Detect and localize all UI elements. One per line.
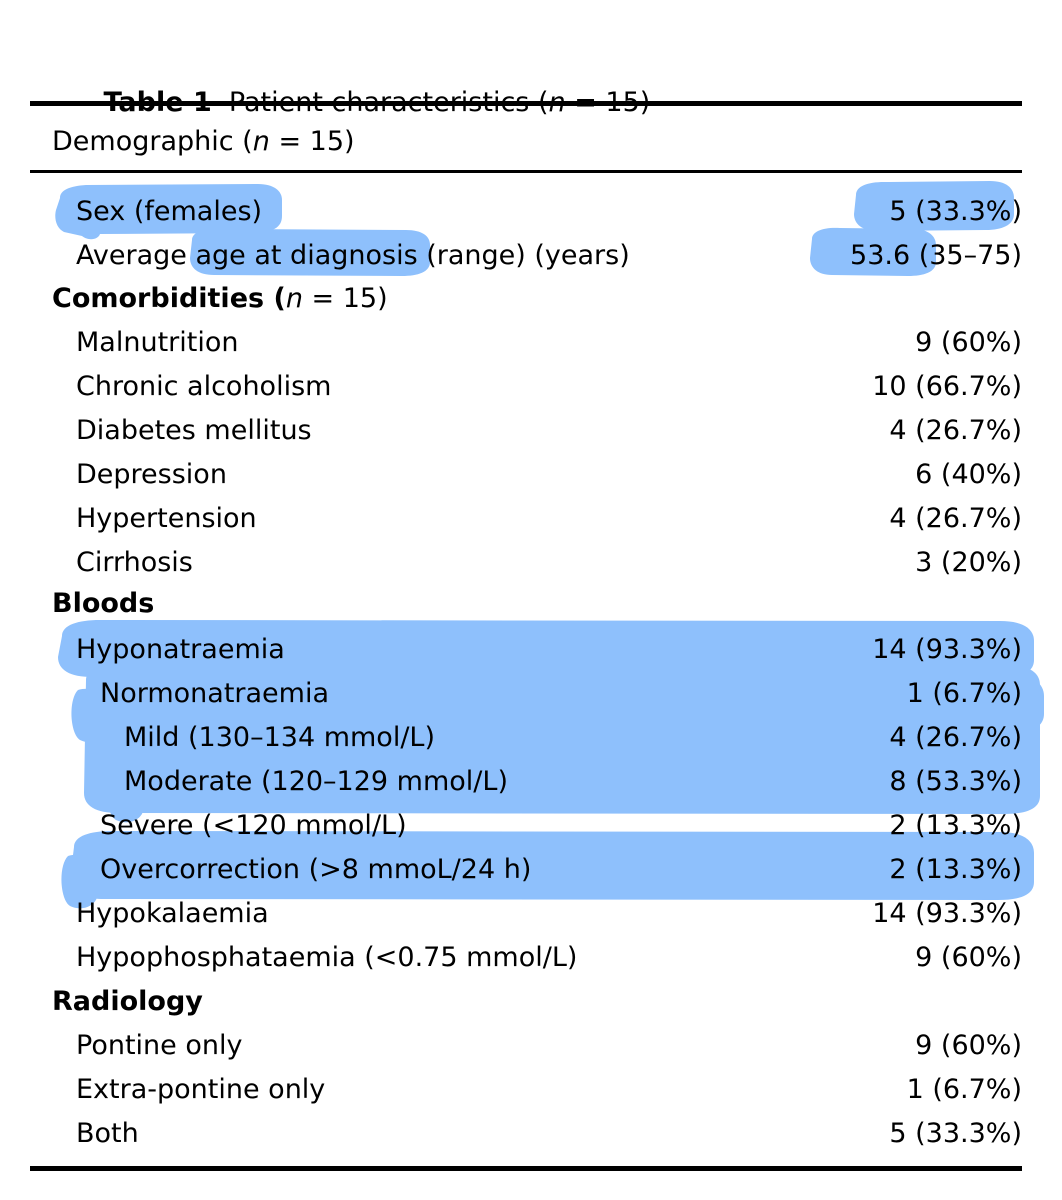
row-value: 9 (60%) <box>915 1030 1022 1061</box>
row-value: 4 (26.7%) <box>889 722 1022 753</box>
row-value: 4 (26.7%) <box>889 503 1022 534</box>
row-label: Extra-pontine only <box>76 1074 326 1105</box>
table-row: Sex (females) 5 (33.3%) <box>52 196 1022 228</box>
table-row: Diabetes mellitus 4 (26.7%) <box>52 415 1022 447</box>
section-header-label: Bloods <box>52 588 155 619</box>
row-value: 6 (40%) <box>915 459 1022 490</box>
section-header-bloods: Bloods <box>52 588 154 620</box>
section-header-suffix: = 15) <box>302 283 388 314</box>
table-row: Normonatraemia 1 (6.7%) <box>52 678 1022 710</box>
table-row: Hypokalaemia 14 (93.3%) <box>52 898 1022 930</box>
table-row: Mild (130–134 mmol/L) 4 (26.7%) <box>52 722 1022 754</box>
row-label: Diabetes mellitus <box>76 415 312 446</box>
row-label: Mild (130–134 mmol/L) <box>124 722 436 753</box>
row-value: 10 (66.7%) <box>872 371 1022 402</box>
table-top-rule <box>30 101 1022 106</box>
row-value: 1 (6.7%) <box>906 1074 1022 1105</box>
section-header-n-italic: n <box>252 126 270 157</box>
table-row: Hypophosphataemia (<0.75 mmol/L) 9 (60%) <box>52 942 1022 974</box>
table-row: Moderate (120–129 mmol/L) 8 (53.3%) <box>52 766 1022 798</box>
table-row: Severe (<120 mmol/L) 2 (13.3%) <box>52 810 1022 842</box>
row-value: 8 (53.3%) <box>889 766 1022 797</box>
row-label: Hyponatraemia <box>76 634 285 665</box>
row-value: 2 (13.3%) <box>889 854 1022 885</box>
table-row: Chronic alcoholism 10 (66.7%) <box>52 371 1022 403</box>
row-value: 53.6 (35–75) <box>850 240 1022 271</box>
table-row: Overcorrection (>8 mmoL/24 h) 2 (13.3%) <box>52 854 1022 886</box>
row-label: Hypophosphataemia (<0.75 mmol/L) <box>76 942 578 973</box>
section-header-n-italic: n <box>285 283 303 314</box>
table-row: Hypertension 4 (26.7%) <box>52 503 1022 535</box>
section-header-suffix: = 15) <box>269 126 355 157</box>
table-row: Malnutrition 9 (60%) <box>52 327 1022 359</box>
row-value: 9 (60%) <box>915 327 1022 358</box>
row-value: 4 (26.7%) <box>889 415 1022 446</box>
row-label: Hypertension <box>76 503 257 534</box>
row-label: Pontine only <box>76 1030 243 1061</box>
table-row: Hyponatraemia 14 (93.3%) <box>52 634 1022 666</box>
row-label: Depression <box>76 459 227 490</box>
row-label: Malnutrition <box>76 327 239 358</box>
table-header-rule <box>30 170 1022 173</box>
row-label: Both <box>76 1118 139 1149</box>
row-label: Moderate (120–129 mmol/L) <box>124 766 508 797</box>
table-row: Depression 6 (40%) <box>52 459 1022 491</box>
row-label: Sex (females) <box>76 196 263 227</box>
row-value: 9 (60%) <box>915 942 1022 973</box>
section-header-comorbidities: Comorbidities (n = 15) <box>52 283 388 315</box>
row-label: Average age at diagnosis (range) (years) <box>76 240 630 271</box>
row-label: Overcorrection (>8 mmoL/24 h) <box>100 854 532 885</box>
table-row: Cirrhosis 3 (20%) <box>52 547 1022 579</box>
row-label: Normonatraemia <box>100 678 330 709</box>
row-value: 14 (93.3%) <box>872 898 1022 929</box>
section-header-label: Radiology <box>52 986 203 1017</box>
section-header-demographic: Demographic (n = 15) <box>52 126 355 158</box>
row-value: 1 (6.7%) <box>906 678 1022 709</box>
row-label: Chronic alcoholism <box>76 371 332 402</box>
table-row: Pontine only 9 (60%) <box>52 1030 1022 1062</box>
table-row: Both 5 (33.3%) <box>52 1118 1022 1150</box>
row-label: Cirrhosis <box>76 547 193 578</box>
row-label: Hypokalaemia <box>76 898 269 929</box>
section-header-label: Demographic ( <box>52 126 253 157</box>
row-value: 3 (20%) <box>915 547 1022 578</box>
section-header-radiology: Radiology <box>52 986 203 1018</box>
row-value: 5 (33.3%) <box>889 1118 1022 1149</box>
table-row: Average age at diagnosis (range) (years)… <box>52 240 1022 272</box>
row-value: 14 (93.3%) <box>872 634 1022 665</box>
table-figure: Table 1 Patient characteristics (n = 15)… <box>0 0 1062 1200</box>
table-bottom-rule <box>30 1166 1022 1171</box>
row-value: 5 (33.3%) <box>889 196 1022 227</box>
table-row: Extra-pontine only 1 (6.7%) <box>52 1074 1022 1106</box>
row-label: Severe (<120 mmol/L) <box>100 810 407 841</box>
row-value: 2 (13.3%) <box>889 810 1022 841</box>
section-header-label: Comorbidities ( <box>52 283 286 314</box>
